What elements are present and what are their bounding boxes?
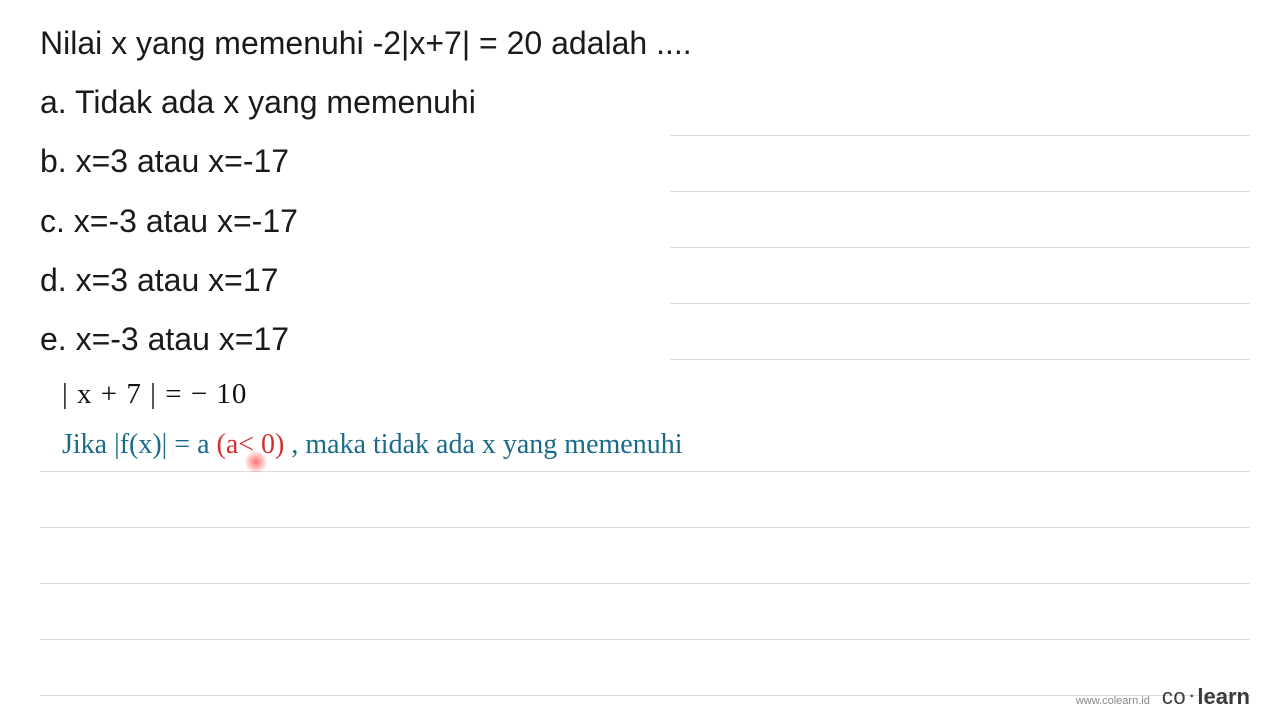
work-line-2-pre: Jika |f(x)| = a	[62, 429, 217, 460]
work-line-2-post: , maka tidak ada x yang memenuhi	[284, 429, 682, 460]
work-line-2: Jika |f(x)| = a (a< 0) , maka tidak ada …	[62, 421, 1240, 469]
brand-logo: co·learn	[1162, 684, 1250, 710]
work-condition-highlight: (a< 0)	[217, 421, 285, 469]
question-text: Nilai x yang memenuhi -2|x+7| = 20 adala…	[40, 14, 1240, 73]
handwritten-work: | x + 7 | = − 10 Jika |f(x)| = a (a< 0) …	[62, 370, 1240, 469]
footer-url: www.colearn.id	[1076, 695, 1150, 707]
footer: www.colearn.id co·learn	[1076, 684, 1250, 710]
work-line-1: | x + 7 | = − 10	[62, 370, 1240, 419]
